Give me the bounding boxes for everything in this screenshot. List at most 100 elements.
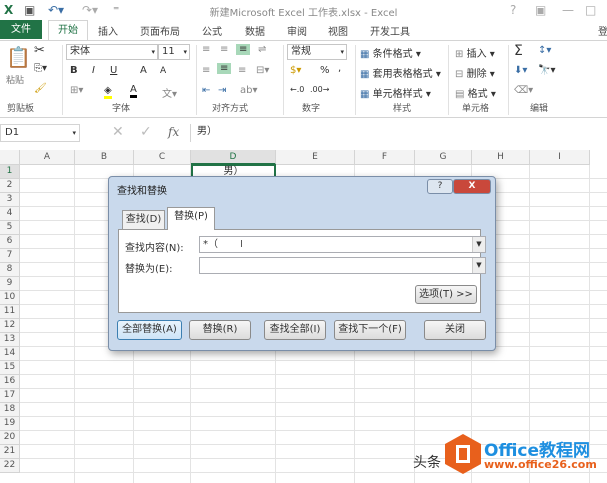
column-header-g[interactable]: G [415,150,472,165]
tab-file[interactable]: 文件 [0,20,42,39]
italic-button[interactable]: I [92,65,95,76]
row-header-3[interactable]: 3 [0,193,20,207]
conditional-formatting-button[interactable]: ▦ 条件格式 ▾ [360,45,421,60]
increase-indent-icon[interactable]: ⇥ [218,85,226,96]
underline-button[interactable]: U [110,65,117,76]
tab-developer[interactable]: 开发工具 [370,23,410,38]
format-painter-icon[interactable]: 🖌 [34,83,47,94]
row-header-16[interactable]: 16 [0,375,20,389]
restore-button[interactable]: □ [585,3,596,17]
column-header-b[interactable]: B [75,150,134,165]
insert-function-button[interactable]: fx [168,125,179,139]
sort-filter-icon[interactable]: ↕▾ [538,45,551,56]
ribbon-display-icon[interactable]: ▣ [535,3,546,17]
dialog-help-button[interactable]: ? [427,179,453,194]
tab-find[interactable]: 查找(D) [122,210,165,230]
row-header-21[interactable]: 21 [0,445,20,459]
row-header-19[interactable]: 19 [0,417,20,431]
paste-button[interactable]: 粘贴 [6,73,24,86]
replace-with-input[interactable]: ▼ [199,257,486,274]
row-header-22[interactable]: 22 [0,459,20,473]
select-all-corner[interactable] [0,150,20,165]
tab-view[interactable]: 视图 [328,23,348,38]
formula-input[interactable]: 男） [190,124,607,142]
decrease-decimal-icon[interactable]: .00→ [310,85,329,94]
fill-icon[interactable]: ⬇▾ [514,65,527,76]
phonetic-icon[interactable]: 文▾ [162,85,177,100]
tab-insert[interactable]: 插入 [98,23,118,38]
row-header-12[interactable]: 12 [0,319,20,333]
tab-review[interactable]: 审阅 [287,23,307,38]
column-header-e[interactable]: E [276,150,355,165]
format-cells-button[interactable]: ▤ 格式 ▾ [455,85,496,100]
find-all-button[interactable]: 查找全部(I) [264,320,326,340]
percent-button[interactable]: % [320,65,330,76]
row-header-6[interactable]: 6 [0,235,20,249]
row-header-7[interactable]: 7 [0,249,20,263]
fill-color-icon[interactable]: ◈ [104,85,112,99]
align-left-icon[interactable]: ≡ [202,65,210,76]
borders-icon[interactable]: ⊞▾ [70,85,83,96]
row-header-10[interactable]: 10 [0,291,20,305]
accounting-format-icon[interactable]: $▾ [290,65,301,76]
shrink-font-button[interactable]: A [160,66,166,76]
row-header-13[interactable]: 13 [0,333,20,347]
tab-data[interactable]: 数据 [245,23,265,38]
name-box[interactable]: D1 ▾ [0,124,80,142]
row-header-17[interactable]: 17 [0,389,20,403]
find-what-input[interactable]: *（ I ▼ [199,236,486,253]
tab-page-layout[interactable]: 页面布局 [140,23,180,38]
column-header-a[interactable]: A [20,150,75,165]
delete-cells-button[interactable]: ⊟ 删除 ▾ [455,65,495,80]
find-next-button[interactable]: 查找下一个(F) [334,320,406,340]
column-header-i[interactable]: I [530,150,590,165]
replace-button[interactable]: 替换(R) [189,320,251,340]
row-header-9[interactable]: 9 [0,277,20,291]
font-name-select[interactable]: 宋体 ▾ [66,44,158,60]
wrap-text-icon[interactable]: ⇌ [258,44,266,55]
row-header-1[interactable]: 1 [0,165,20,179]
merge-center-icon[interactable]: ⊟▾ [256,65,269,76]
decrease-indent-icon[interactable]: ⇤ [202,85,210,96]
cut-icon[interactable]: ✂ [34,43,45,58]
options-button[interactable]: 选项(T) >> [415,285,477,304]
copy-icon[interactable]: ⎘▾ [34,63,47,74]
number-format-select[interactable]: 常规 ▾ [287,44,347,60]
close-button[interactable]: 关闭 [424,320,486,340]
comma-button[interactable]: , [338,63,341,74]
cancel-icon[interactable]: ✕ [112,124,124,140]
sign-in-link[interactable]: 登 [598,23,607,38]
paste-icon[interactable]: 📋 [6,45,31,69]
column-header-d[interactable]: D [191,150,276,165]
row-header-20[interactable]: 20 [0,431,20,445]
cell-styles-button[interactable]: ▦ 单元格样式 ▾ [360,85,431,100]
font-size-select[interactable]: 11 ▾ [158,44,190,60]
tab-home[interactable]: 开始 [48,20,88,41]
replace-with-dropdown-icon[interactable]: ▼ [472,258,485,273]
row-header-5[interactable]: 5 [0,221,20,235]
font-color-icon[interactable]: A [130,84,137,98]
column-header-f[interactable]: F [355,150,415,165]
minimize-button[interactable]: — [562,3,574,17]
align-bottom-icon[interactable]: ≡ [236,44,251,55]
help-button[interactable]: ? [510,3,516,17]
row-header-11[interactable]: 11 [0,305,20,319]
enter-icon[interactable]: ✓ [140,124,152,140]
row-header-2[interactable]: 2 [0,179,20,193]
clear-icon[interactable]: ⌫▾ [514,85,533,96]
increase-decimal-icon[interactable]: ←.0 [290,85,304,94]
dialog-close-x-button[interactable]: X [453,179,491,194]
insert-cells-button[interactable]: ⊞ 插入 ▾ [455,45,495,60]
replace-all-button[interactable]: 全部替换(A) [117,320,182,340]
row-header-4[interactable]: 4 [0,207,20,221]
row-header-8[interactable]: 8 [0,263,20,277]
tab-formulas[interactable]: 公式 [202,23,222,38]
find-what-dropdown-icon[interactable]: ▼ [472,237,485,252]
row-header-18[interactable]: 18 [0,403,20,417]
find-select-icon[interactable]: 🔭▾ [538,65,555,76]
autosum-button[interactable]: Σ [514,43,523,59]
row-header-14[interactable]: 14 [0,347,20,361]
column-header-h[interactable]: H [472,150,530,165]
align-center-icon[interactable]: ≡ [217,63,232,74]
align-middle-icon[interactable]: ≡ [220,44,228,55]
